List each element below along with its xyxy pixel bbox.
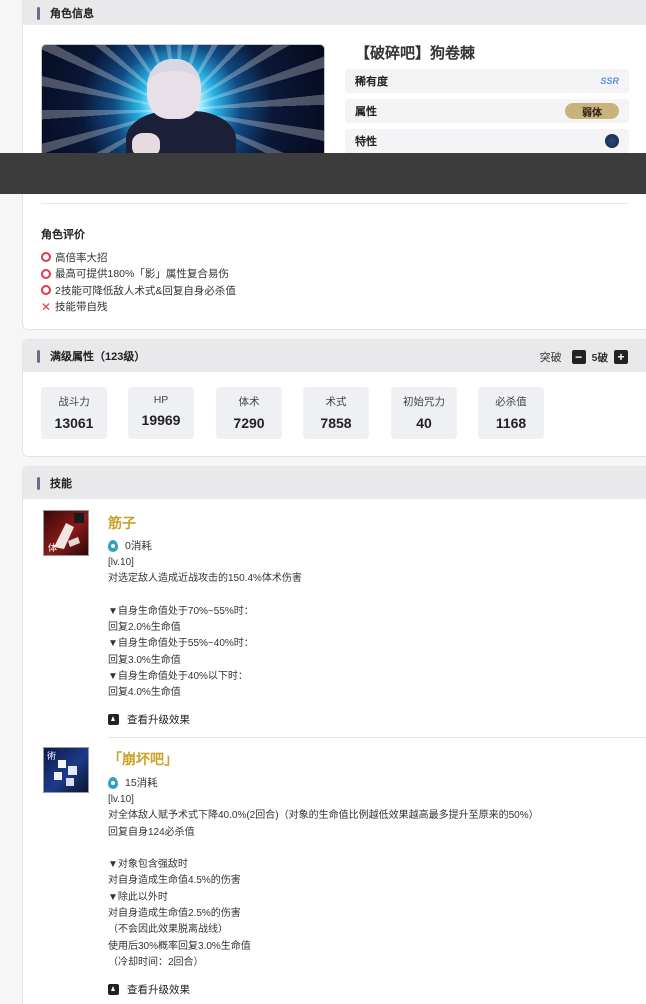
- skill-2-icon: 術: [43, 747, 89, 793]
- breakthrough-value: 5破: [591, 351, 608, 364]
- stat-value: 19969: [141, 412, 181, 428]
- stat-box-physical: 体术 7290: [216, 387, 282, 439]
- trait-row: 特性: [345, 129, 629, 153]
- stat-box-hp: HP 19969: [128, 387, 194, 439]
- max-level-stats-card: 满级属性（123级） 突破 − 5破 + 战斗力 13061 HP 19969 …: [22, 339, 646, 457]
- evaluation-item: 2技能可降低敌人术式&回复自身必杀值: [41, 282, 236, 299]
- skill-separator: [108, 737, 646, 738]
- breakthrough-label: 突破: [539, 352, 562, 364]
- skills-title: 技能: [50, 478, 72, 490]
- breakthrough-plus-button[interactable]: +: [614, 350, 628, 364]
- pro-circle-icon: [41, 252, 51, 263]
- evaluation-text: 高倍率大招: [55, 251, 108, 264]
- skill-2-art-icon: 術: [47, 751, 77, 786]
- skill-2-description: [lv.10] 对全体敌人赋予术式下降40.0%(2回合)（对象的生命值比例越低…: [108, 794, 539, 968]
- skills-header: 技能: [23, 467, 646, 499]
- evaluation-item: 高倍率大招: [41, 249, 236, 266]
- skill-1-cost-text: 0消耗: [125, 540, 152, 552]
- skill-1-upgrade-link[interactable]: 查看升级效果: [108, 712, 190, 727]
- energy-drop-icon: [108, 539, 118, 552]
- skill-1-upgrade-label: 查看升级效果: [127, 714, 190, 726]
- con-cross-icon: ✕: [41, 299, 52, 314]
- header-accent-bar: [37, 6, 40, 20]
- stats-title: 满级属性（123级）: [50, 351, 146, 363]
- evaluation-text: 技能带自残: [55, 301, 108, 314]
- trait-icon: [605, 134, 619, 148]
- skills-card: 技能 体 筋子 0消耗 [lv.10] 对选定敌人造成近战攻击的150.4%体术…: [22, 466, 646, 1004]
- breakthrough-minus-button[interactable]: −: [571, 350, 586, 364]
- evaluation-title: 角色评价: [41, 229, 85, 241]
- skill-2-cost-text: 15消耗: [125, 777, 158, 789]
- stat-box-initial-energy: 初始咒力 40: [391, 387, 457, 439]
- upgrade-arrow-icon: [108, 714, 119, 725]
- evaluation-item: ✕ 技能带自残: [41, 299, 236, 316]
- character-info-title: 角色信息: [50, 8, 94, 20]
- evaluation-list: 高倍率大招 最高可提供180%「影」属性复合易伤 2技能可降低敌人术式&回复自身…: [41, 249, 236, 315]
- skill-2-upgrade-label: 查看升级效果: [127, 984, 190, 996]
- evaluation-item: 最高可提供180%「影」属性复合易伤: [41, 266, 236, 283]
- stat-value: 7858: [320, 415, 352, 431]
- type-label: 属性: [355, 106, 377, 118]
- skill-2-upgrade-link[interactable]: 查看升级效果: [108, 982, 190, 997]
- pro-circle-icon: [41, 268, 51, 279]
- overlay-bar: [0, 153, 646, 194]
- evaluation-text: 2技能可降低敌人术式&回复自身必杀值: [55, 284, 236, 297]
- skill-2-tag: 術: [47, 751, 56, 762]
- stat-label: 初始咒力: [403, 396, 445, 408]
- rarity-row: 稀有度 SSR: [345, 69, 629, 93]
- stat-label: 体术: [238, 396, 260, 408]
- type-badge: 弱体: [565, 103, 619, 119]
- header-accent-bar: [37, 476, 40, 490]
- skill-1-art-icon: 体: [48, 513, 84, 554]
- character-portrait-image: [41, 44, 325, 164]
- stat-value: 1168: [495, 415, 527, 431]
- evaluation-text: 最高可提供180%「影」属性复合易伤: [55, 268, 229, 281]
- skill-1-cost: 0消耗: [108, 538, 152, 553]
- rarity-ssr-icon: SSR: [600, 76, 619, 86]
- stat-value: 40: [416, 415, 432, 431]
- type-row: 属性 弱体: [345, 99, 629, 123]
- stat-box-power: 战斗力 13061: [41, 387, 107, 439]
- stat-label: HP: [153, 394, 169, 406]
- skill-2-name: 「崩坏吧」: [108, 751, 178, 767]
- stat-value: 13061: [54, 415, 94, 431]
- stat-box-ultimate: 必杀值 1168: [478, 387, 544, 439]
- skill-1-name: 筋子: [108, 515, 136, 531]
- skill-1-description: [lv.10] 对选定敌人造成近战攻击的150.4%体术伤害 ▼自身生命值处于7…: [108, 557, 302, 699]
- rarity-label: 稀有度: [355, 76, 388, 88]
- skill-2-cost: 15消耗: [108, 775, 158, 790]
- breakthrough-control: 突破 − 5破 +: [540, 349, 634, 365]
- character-name: 【破碎吧】狗卷棘: [355, 45, 476, 62]
- character-info-header: 角色信息: [23, 0, 646, 25]
- header-accent-bar: [37, 349, 40, 363]
- trait-label: 特性: [355, 136, 377, 148]
- stat-label: 必杀值: [495, 396, 527, 408]
- skill-1-icon: 体: [43, 510, 89, 556]
- skill-1-tag: 体: [48, 542, 57, 554]
- section-divider: [41, 203, 628, 204]
- energy-drop-icon: [108, 776, 118, 789]
- portrait-figure-head: [147, 59, 201, 119]
- stat-value: 7290: [233, 415, 265, 431]
- stat-box-technique: 术式 7858: [303, 387, 369, 439]
- pro-circle-icon: [41, 285, 51, 296]
- upgrade-arrow-icon: [108, 984, 119, 995]
- stat-label: 战斗力: [58, 396, 90, 408]
- stat-label: 术式: [325, 396, 347, 408]
